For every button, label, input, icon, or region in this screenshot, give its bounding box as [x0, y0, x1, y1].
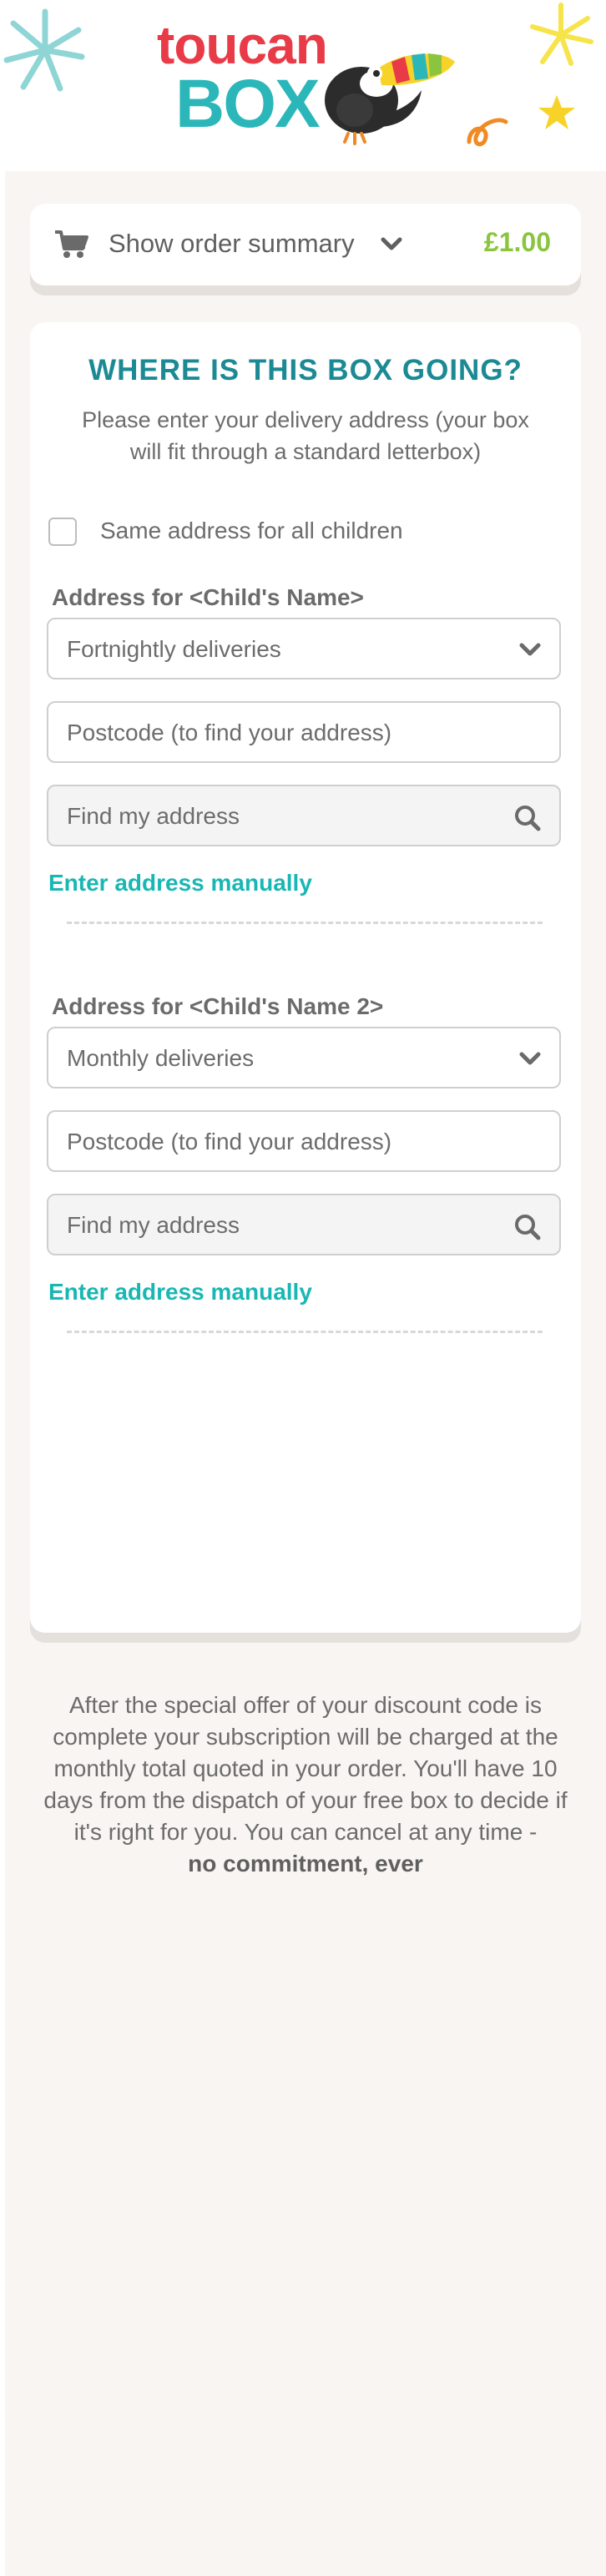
- toucan-bird-icon: [325, 53, 455, 145]
- subscription-terms-emphasis: no commitment, ever: [188, 1851, 423, 1876]
- child-2-find-address-input[interactable]: Find my address: [47, 1194, 561, 1255]
- child-1-frequency-value: Fortnightly deliveries: [67, 636, 281, 662]
- child-1-frequency-select[interactable]: Fortnightly deliveries: [47, 618, 561, 679]
- site-header: toucan BOX: [0, 0, 606, 171]
- subscription-terms-text: After the special offer of your discount…: [43, 1692, 568, 1845]
- order-total-price: £1.00: [483, 227, 551, 257]
- order-summary-label: Show order summary: [109, 229, 355, 258]
- child-2-frequency-value: Monthly deliveries: [67, 1045, 255, 1071]
- child-1-find-address-placeholder: Find my address: [67, 803, 240, 829]
- yellow-burst-decoration: [530, 3, 593, 66]
- form-subtitle: Please enter your delivery address (your…: [82, 407, 529, 464]
- toucanbox-logo[interactable]: toucan BOX: [157, 18, 457, 156]
- child-1-postcode-input[interactable]: Postcode (to find your address): [47, 701, 561, 763]
- form-title: WHERE IS THIS BOX GOING?: [88, 354, 523, 386]
- child-2-frequency-select[interactable]: Monthly deliveries: [47, 1027, 561, 1088]
- child-2-postcode-input[interactable]: Postcode (to find your address): [47, 1110, 561, 1172]
- chevron-down-icon: [381, 237, 402, 250]
- subscription-terms: After the special offer of your discount…: [30, 1690, 581, 1880]
- section-divider: [67, 1331, 543, 1333]
- delivery-address-form: WHERE IS THIS BOX GOING? Please enter yo…: [30, 322, 581, 1633]
- same-address-label: Same address for all children: [100, 518, 403, 543]
- squiggle-decoration: [467, 118, 508, 147]
- teal-burst-decoration: [3, 8, 85, 92]
- child-2-enter-address-manually-link[interactable]: Enter address manually: [48, 1279, 312, 1306]
- section-divider: [67, 922, 543, 924]
- chevron-down-icon: [519, 1052, 541, 1065]
- search-icon[interactable]: [514, 1214, 541, 1240]
- same-address-checkbox[interactable]: [48, 518, 77, 546]
- search-icon[interactable]: [514, 805, 541, 831]
- child-1-postcode-placeholder: Postcode (to find your address): [67, 720, 392, 745]
- child-2-postcode-placeholder: Postcode (to find your address): [67, 1129, 392, 1154]
- child-1-enter-address-manually-link[interactable]: Enter address manually: [48, 870, 312, 897]
- child-1-find-address-input[interactable]: Find my address: [47, 785, 561, 846]
- star-icon: [538, 95, 575, 129]
- child-1-address-label: Address for <Child's Name>: [52, 584, 364, 610]
- chevron-down-icon: [519, 643, 541, 656]
- order-summary-toggle[interactable]: Show order summary £1.00: [30, 204, 581, 285]
- logo-word-top: toucan: [157, 15, 328, 75]
- child-2-address-label: Address for <Child's Name 2>: [52, 993, 384, 1019]
- child-2-find-address-placeholder: Find my address: [67, 1212, 240, 1238]
- cart-icon: [55, 230, 88, 258]
- logo-word-bottom: BOX: [175, 66, 321, 142]
